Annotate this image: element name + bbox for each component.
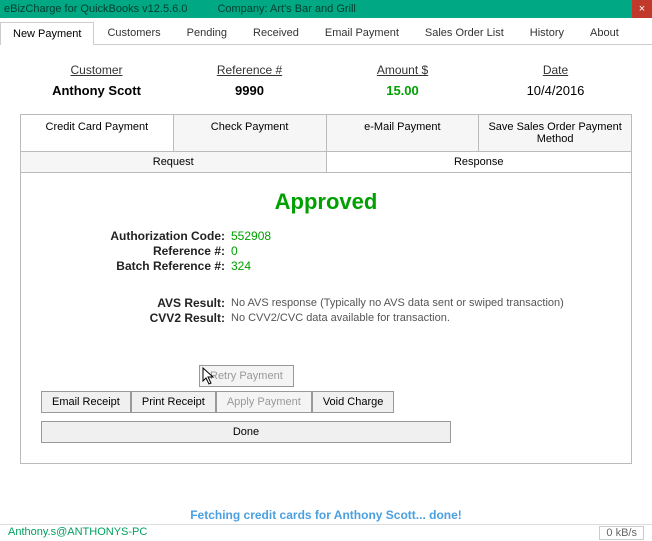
row-value: 0 [231,244,238,258]
main-tabs: New PaymentCustomersPendingReceivedEmail… [0,18,652,45]
email-receipt-button[interactable]: Email Receipt [41,391,131,413]
content-area: Customer Anthony Scott Reference # 9990 … [0,45,652,541]
amount-val: 15.00 [353,83,453,98]
row-label: CVV2 Result: [61,311,231,325]
user-label: Anthony.s@ANTHONYS-PC [8,526,147,540]
response-row: Batch Reference #:324 [61,259,621,273]
request-response-tabs: RequestResponse [20,152,632,173]
done-button[interactable]: Done [41,421,451,443]
paytab-credit-card-payment[interactable]: Credit Card Payment [21,115,174,151]
paytab-check-payment[interactable]: Check Payment [174,115,327,151]
footer: Fetching credit cards for Anthony Scott.… [0,508,652,541]
print-receipt-button[interactable]: Print Receipt [131,391,216,413]
subtab-request[interactable]: Request [21,152,327,172]
response-panel: Approved Authorization Code:552908Refere… [20,173,632,464]
button-area: Retry Payment Email Receipt Print Receip… [31,365,621,443]
tab-about[interactable]: About [577,21,632,44]
row-value: No AVS response (Typically no AVS data s… [231,297,564,309]
payment-type-tabs: Credit Card PaymentCheck Paymente-Mail P… [20,114,632,152]
app-title: eBizCharge for QuickBooks v12.5.6.0 [4,3,187,15]
row-value: 552908 [231,229,271,243]
payment-summary: Customer Anthony Scott Reference # 9990 … [20,63,632,98]
paytab-e-mail-payment[interactable]: e-Mail Payment [327,115,480,151]
date-val: 10/4/2016 [506,83,606,98]
tab-pending[interactable]: Pending [174,21,240,44]
title-bar: eBizCharge for QuickBooks v12.5.6.0 Comp… [0,0,652,18]
date-head: Date [506,63,606,77]
tab-email-payment[interactable]: Email Payment [312,21,412,44]
speed-label: 0 kB/s [599,526,644,540]
row-label: AVS Result: [61,296,231,310]
response-row: Reference #:0 [61,244,621,258]
status-label: Approved [31,189,621,215]
customer-val: Anthony Scott [47,83,147,98]
reference-head: Reference # [200,63,300,77]
row-value: 324 [231,259,251,273]
response-row: Authorization Code:552908 [61,229,621,243]
tab-received[interactable]: Received [240,21,312,44]
response-rows: Authorization Code:552908Reference #:0Ba… [61,229,621,273]
customer-head: Customer [47,63,147,77]
subtab-response[interactable]: Response [327,152,632,172]
row-value: No CVV2/CVC data available for transacti… [231,312,450,324]
footer-message: Fetching credit cards for Anthony Scott.… [0,508,652,522]
tab-history[interactable]: History [517,21,577,44]
retry-payment-button: Retry Payment [199,365,294,387]
close-icon[interactable]: × [632,0,652,18]
status-bar: Anthony.s@ANTHONYS-PC 0 kB/s [0,524,652,541]
tab-new-payment[interactable]: New Payment [0,22,94,45]
response-row: AVS Result:No AVS response (Typically no… [61,296,621,310]
reference-val: 9990 [200,83,300,98]
amount-head: Amount $ [353,63,453,77]
response-row: CVV2 Result:No CVV2/CVC data available f… [61,311,621,325]
response-rows2: AVS Result:No AVS response (Typically no… [61,296,621,325]
row-label: Batch Reference #: [61,259,231,273]
tab-sales-order-list[interactable]: Sales Order List [412,21,517,44]
row-label: Authorization Code: [61,229,231,243]
row-label: Reference #: [61,244,231,258]
company-title: Company: Art's Bar and Grill [217,3,355,15]
void-charge-button[interactable]: Void Charge [312,391,395,413]
tab-customers[interactable]: Customers [94,21,173,44]
apply-payment-button: Apply Payment [216,391,312,413]
paytab-save-sales-order-payment-method[interactable]: Save Sales Order Payment Method [479,115,631,151]
